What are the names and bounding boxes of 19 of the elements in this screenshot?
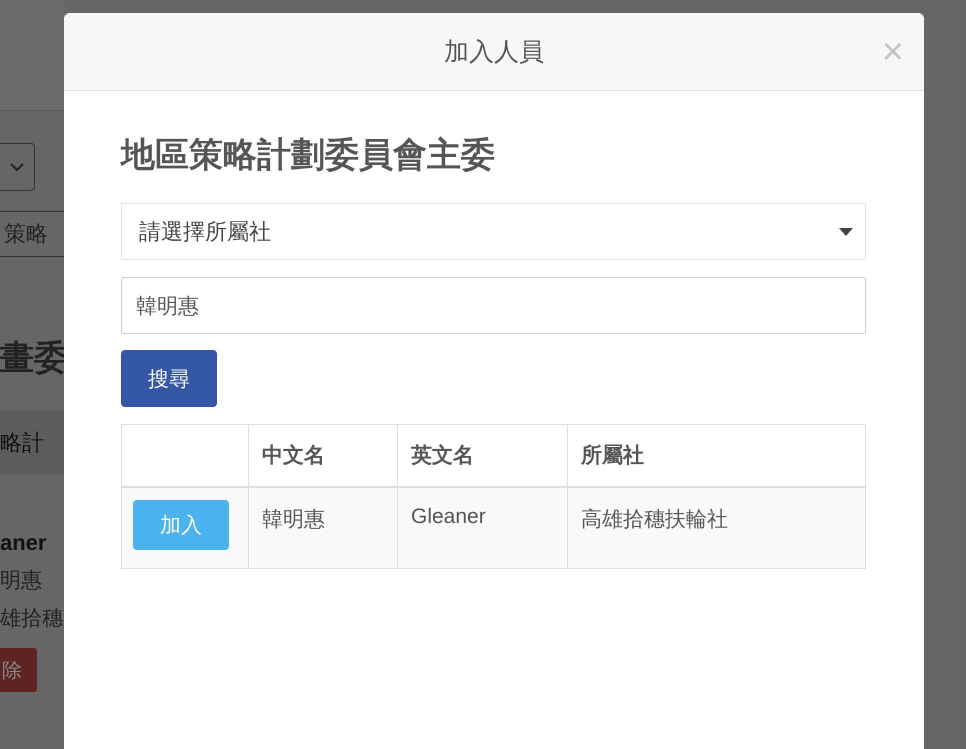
- table-cell: 韓明惠: [248, 486, 398, 568]
- caret-icon: [839, 228, 853, 236]
- member-english-name: aner: [0, 530, 48, 556]
- delete-button[interactable]: 除: [0, 648, 37, 692]
- add-button[interactable]: 加入: [133, 500, 229, 550]
- member-club: 雄拾穗: [0, 606, 64, 632]
- search-button[interactable]: 搜尋: [121, 350, 217, 407]
- chevron-down-icon: [10, 162, 24, 172]
- select-placeholder: 請選擇所屬社: [139, 218, 271, 246]
- table-cell: 高雄拾穗扶輪社: [568, 486, 866, 568]
- name-input-field[interactable]: 韓明惠: [121, 277, 866, 334]
- tab-label[interactable]: 略計: [0, 428, 44, 458]
- dropdown[interactable]: [0, 143, 35, 191]
- modal-title: 加入人員: [444, 37, 544, 68]
- club-select[interactable]: 請選擇所屬社: [121, 203, 866, 260]
- committee-heading: 地區策略計劃委員會主委: [121, 135, 495, 176]
- table-cell: Gleaner: [398, 486, 568, 568]
- member-chinese-name: 明惠: [0, 568, 43, 594]
- page-heading: 畫委: [0, 338, 64, 379]
